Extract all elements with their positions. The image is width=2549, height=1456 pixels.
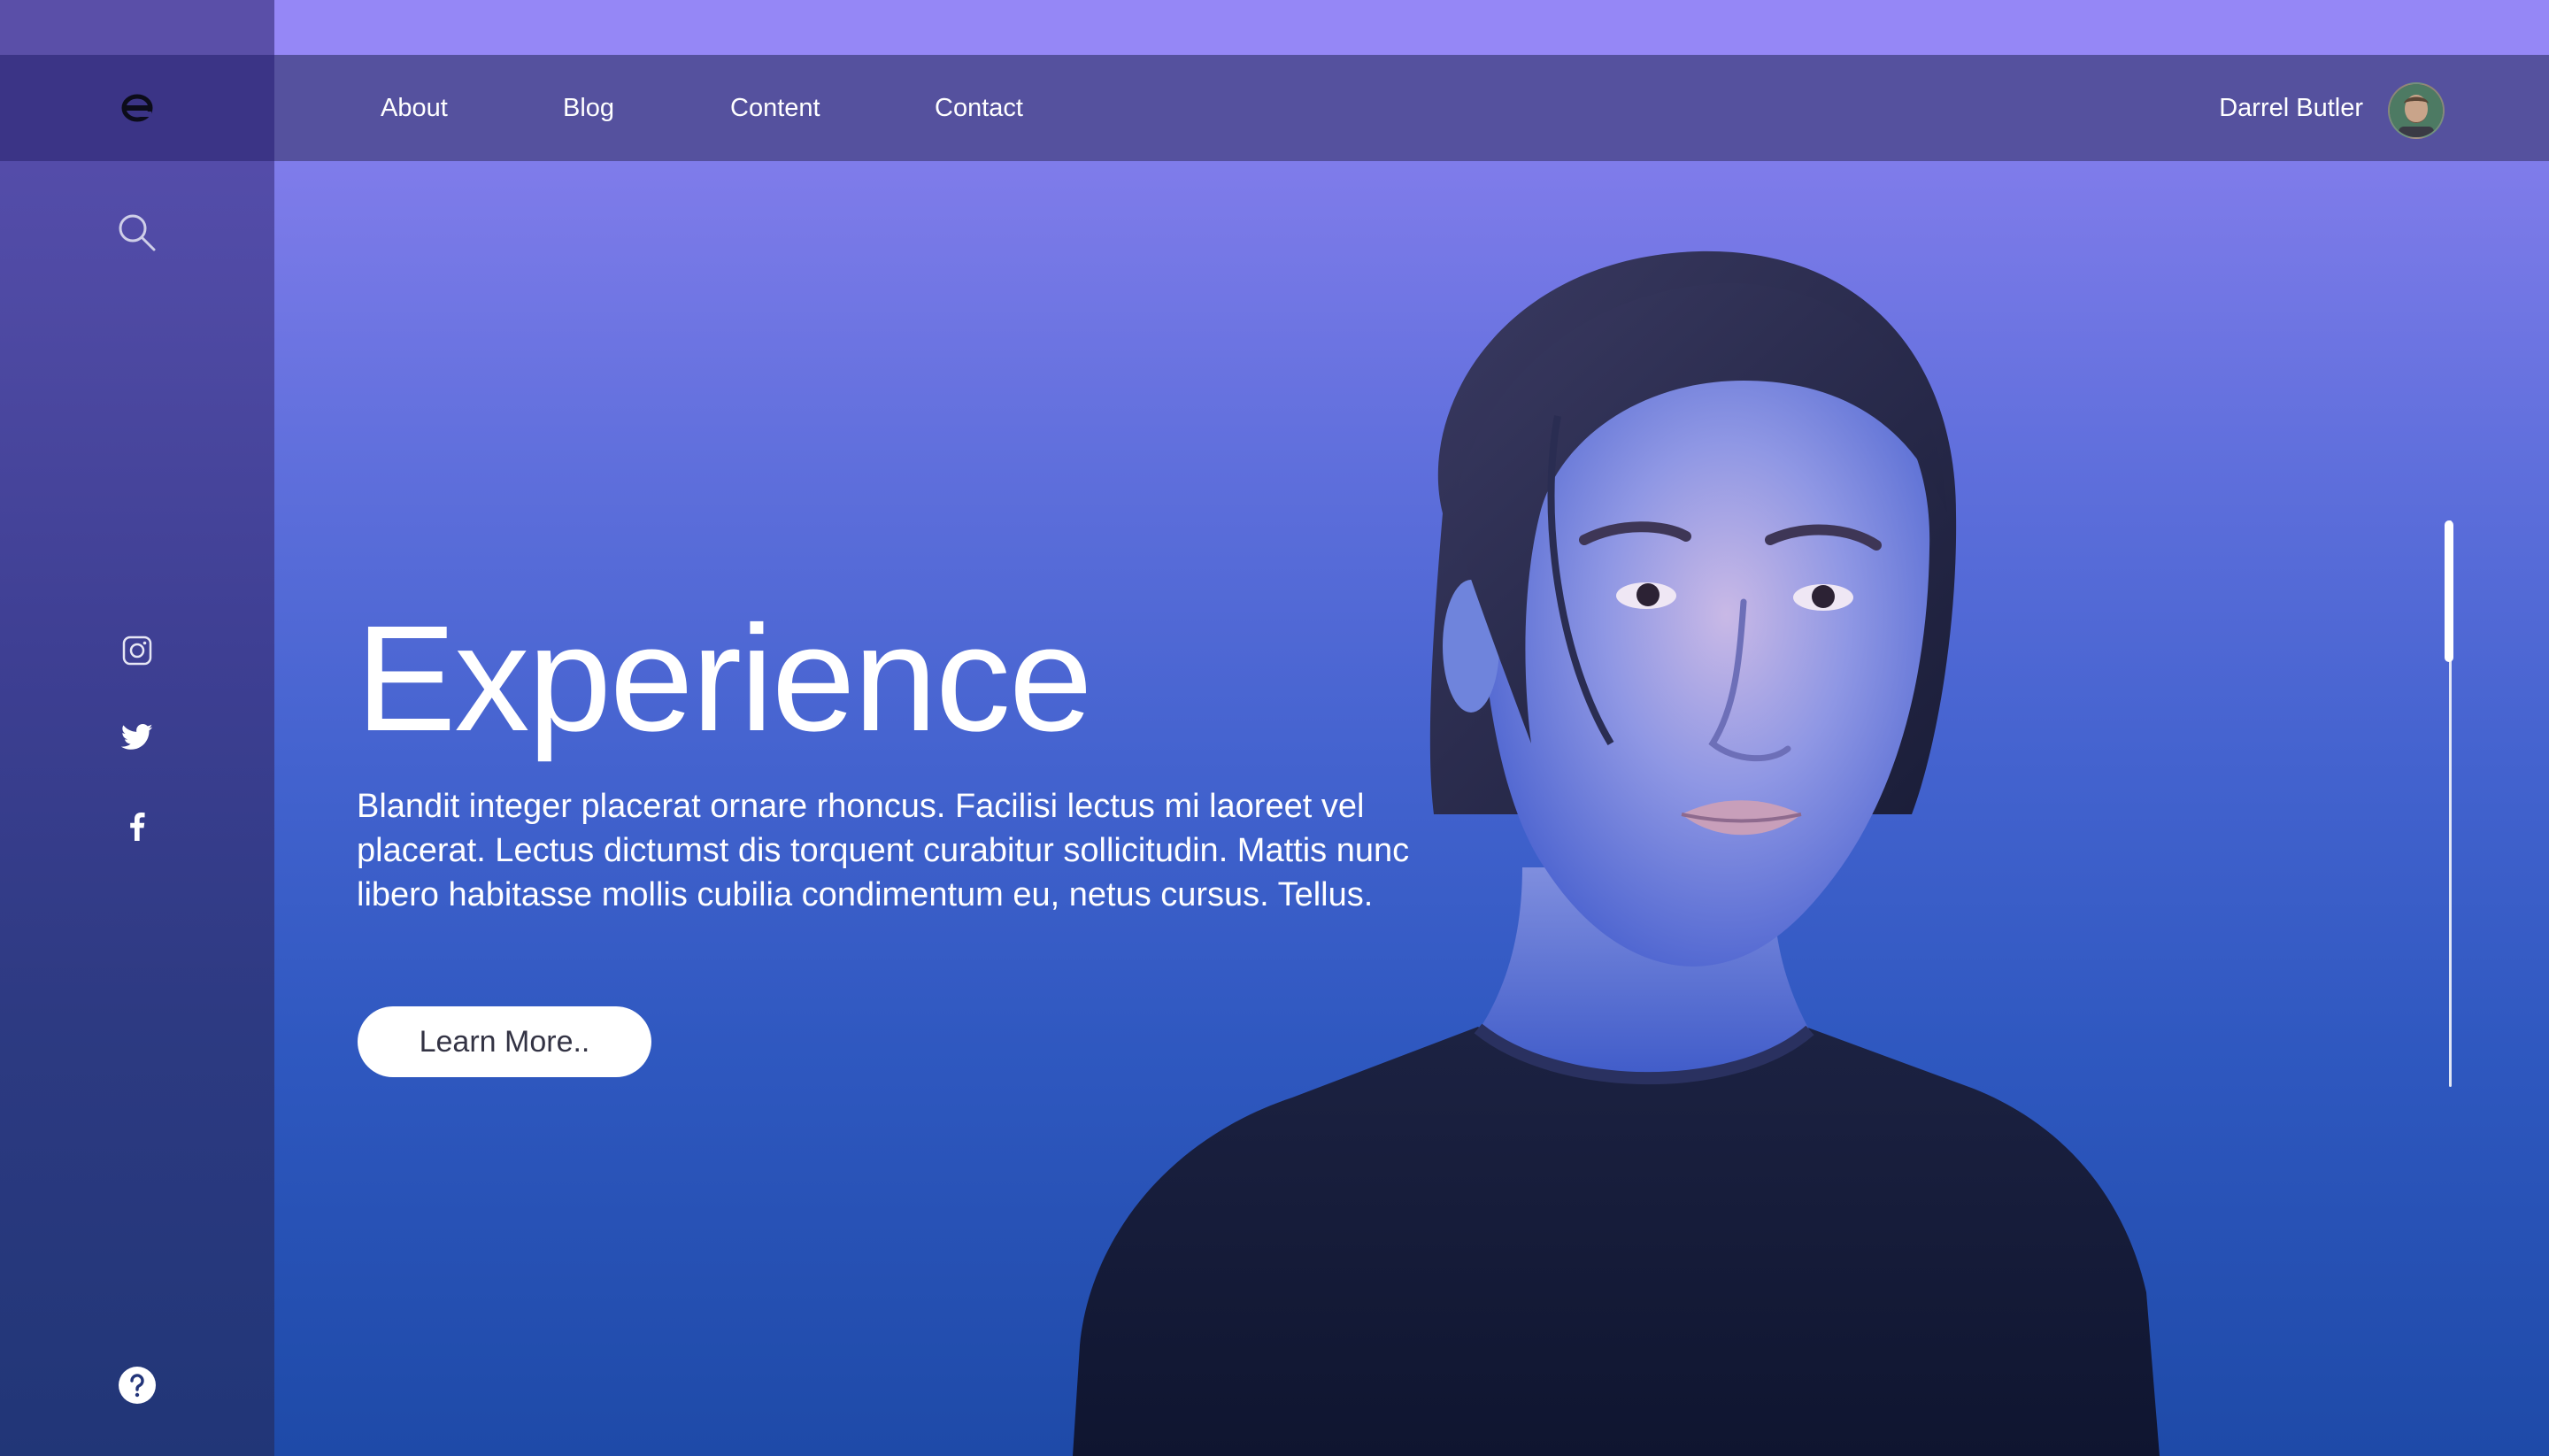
user-name[interactable]: Darrel Butler — [2219, 55, 2363, 161]
avatar[interactable] — [2388, 82, 2445, 139]
instagram-icon — [122, 636, 152, 666]
search-button[interactable] — [117, 212, 158, 253]
scroll-thumb[interactable] — [2445, 520, 2453, 662]
nav-content[interactable]: Content — [730, 55, 820, 161]
hero-title: Experience — [356, 595, 1092, 763]
avatar-image — [2390, 84, 2443, 137]
logo[interactable] — [0, 55, 274, 161]
page: About Blog Content Contact Darrel Butler — [0, 0, 2549, 1456]
instagram-link[interactable] — [122, 636, 152, 666]
facebook-icon — [130, 813, 145, 841]
nav-contact[interactable]: Contact — [935, 55, 1023, 161]
nav-about[interactable]: About — [381, 55, 448, 161]
learn-more-button[interactable]: Learn More.. — [358, 1006, 651, 1077]
hero-description: Blandit integer placerat ornare rhoncus.… — [357, 788, 1410, 913]
search-icon — [119, 214, 156, 251]
help-button[interactable] — [118, 1366, 157, 1405]
twitter-icon — [121, 724, 153, 750]
top-accent-bar — [274, 0, 2549, 55]
sidebar-top-strip — [0, 0, 274, 55]
sidebar — [0, 0, 274, 1456]
facebook-link[interactable] — [129, 813, 145, 841]
logo-icon — [121, 94, 153, 122]
twitter-link[interactable] — [121, 724, 153, 751]
top-navbar: About Blog Content Contact Darrel Butler — [274, 55, 2549, 161]
nav-blog[interactable]: Blog — [563, 55, 614, 161]
help-icon — [119, 1367, 156, 1404]
